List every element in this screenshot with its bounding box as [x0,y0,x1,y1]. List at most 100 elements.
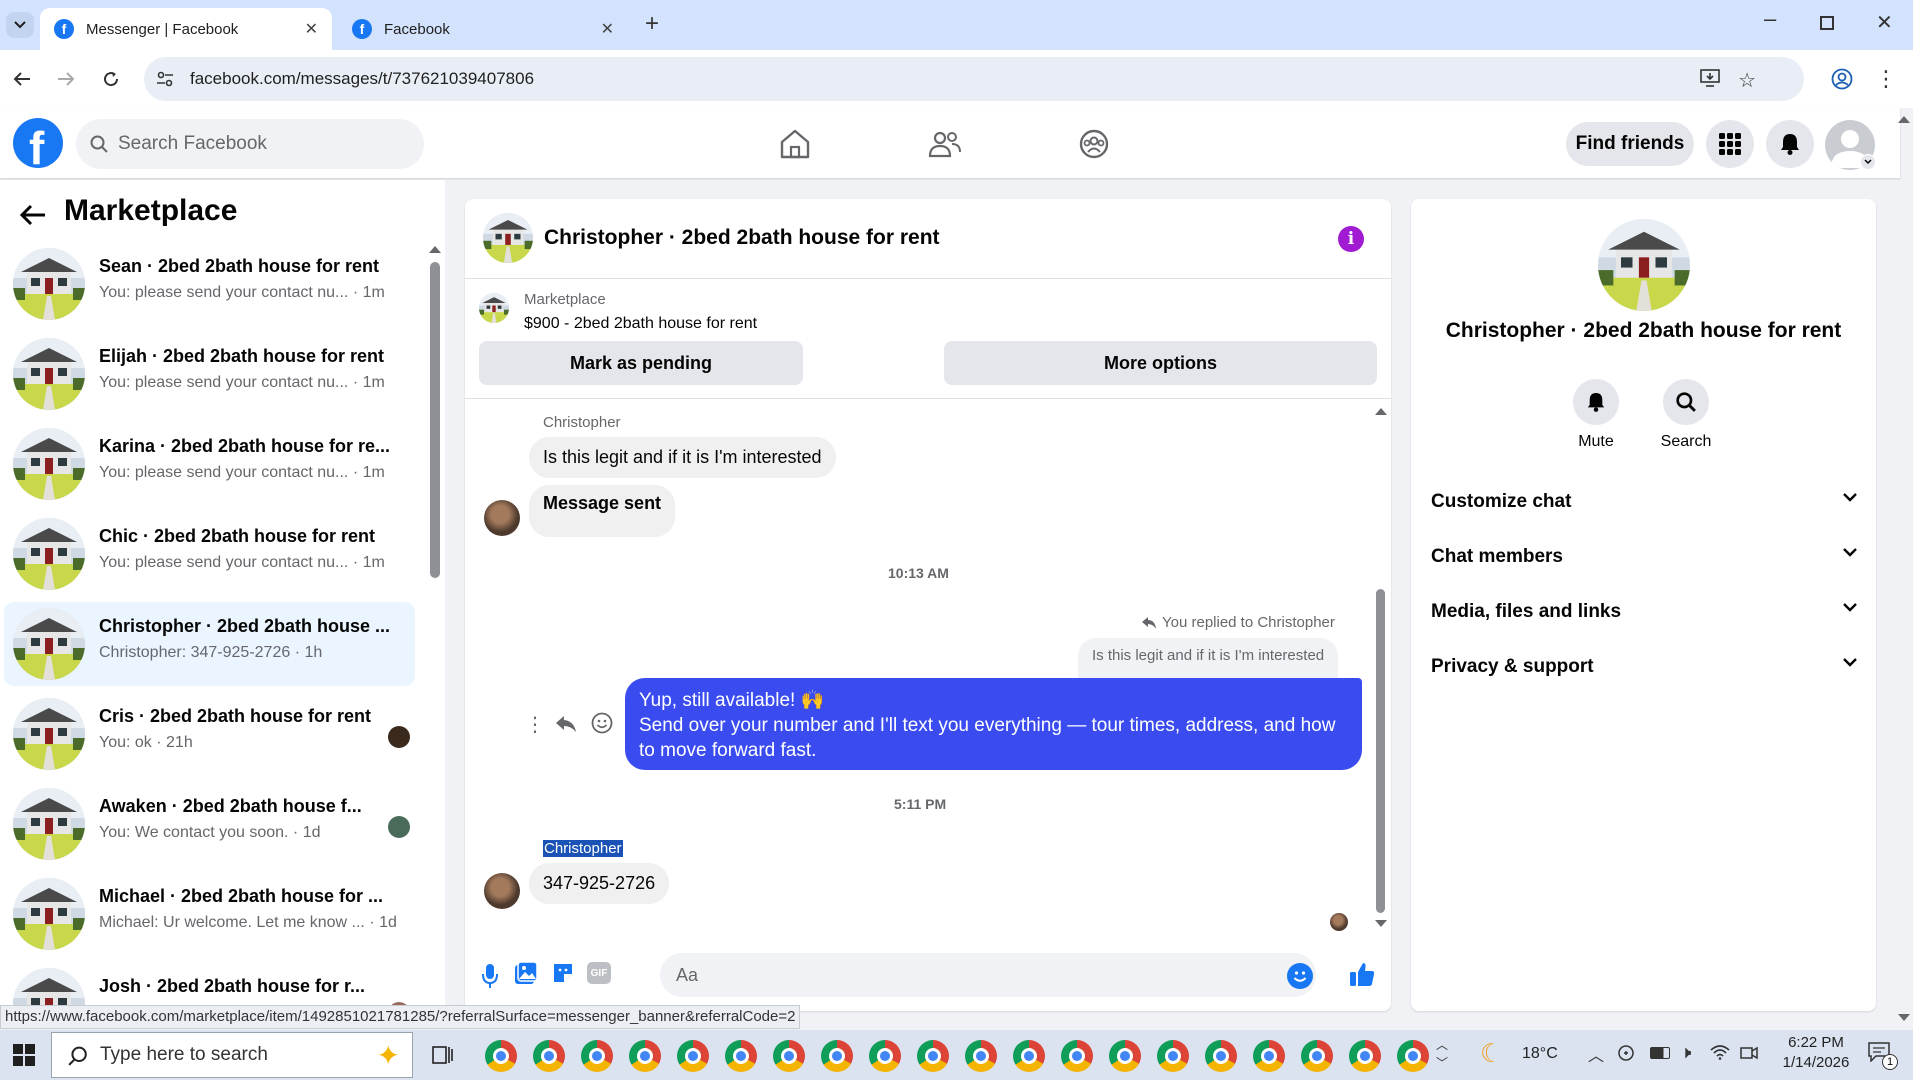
chat-members-section[interactable]: Chat members [1431,546,1861,568]
chrome-taskbar-icon[interactable] [1397,1040,1429,1072]
conversation-item-christopher[interactable]: Christopher · 2bed 2bath house ... Chris… [4,602,415,686]
chrome-taskbar-icon[interactable] [533,1040,565,1072]
chrome-taskbar-icon[interactable] [1301,1040,1333,1072]
chrome-taskbar-icon[interactable] [1061,1040,1093,1072]
message-input[interactable]: Aa [660,953,1316,997]
chrome-taskbar-icon[interactable] [1253,1040,1285,1072]
gif-icon[interactable]: GIF [587,962,611,984]
install-app-icon[interactable] [1700,69,1720,87]
tab-messenger[interactable]: f Messenger | Facebook ✕ [40,8,332,50]
conversation-item-awaken[interactable]: Awaken · 2bed 2bath house f... You: We c… [4,782,415,866]
attach-photo-icon[interactable] [514,961,538,985]
taskbar-clock-time[interactable]: 6:22 PM [1774,1034,1858,1051]
battery-icon[interactable] [1650,1047,1670,1059]
close-tab-icon[interactable]: ✕ [305,19,318,39]
back-arrow-icon[interactable] [20,204,46,226]
conversation-item-chic[interactable]: Chic · 2bed 2bath house for rent You: pl… [4,512,415,596]
chrome-taskbar-icon[interactable] [1349,1040,1381,1072]
chat-title[interactable]: Christopher · 2bed 2bath house for rent [544,226,940,250]
conversation-item-elijah[interactable]: Elijah · 2bed 2bath house for rent You: … [4,332,415,416]
meet-now-icon[interactable] [1740,1044,1758,1062]
mark-as-pending-button[interactable]: Mark as pending [479,341,803,385]
chrome-taskbar-icon[interactable] [1013,1040,1045,1072]
chrome-taskbar-icon[interactable] [773,1040,805,1072]
conversation-item-karina[interactable]: Karina · 2bed 2bath house for re... You:… [4,422,415,506]
find-friends-button[interactable]: Find friends [1566,122,1694,166]
bookmark-star-icon[interactable]: ☆ [1738,68,1756,93]
scroll-down-arrow-icon[interactable] [1375,920,1387,927]
conversation-item-cris[interactable]: Cris · 2bed 2bath house for rent You: ok… [4,692,415,776]
profile-icon[interactable] [1826,63,1858,95]
privacy-support-section[interactable]: Privacy & support [1431,656,1861,678]
volume-icon[interactable]: 🕨 [1680,1042,1691,1063]
taskbar-clock-date[interactable]: 1/14/2026 [1774,1054,1858,1071]
listing-small-thumbnail[interactable] [479,293,509,323]
chrome-taskbar-icon[interactable] [485,1040,517,1072]
contact-avatar[interactable] [484,500,520,536]
facebook-logo[interactable]: f [13,118,63,168]
facebook-search-input[interactable]: Search Facebook [76,119,424,169]
outgoing-message[interactable]: Yup, still available! 🙌 Send over your n… [625,678,1362,770]
chat-listing-avatar[interactable] [483,213,533,263]
minimize-window-icon[interactable]: – [1764,6,1776,32]
listing-title-link[interactable]: $900 - 2bed 2bath house for rent [524,315,757,333]
chrome-taskbar-icon[interactable] [821,1040,853,1072]
taskbar-search-input[interactable]: Type here to search ✦ [51,1032,413,1078]
tab-facebook[interactable]: f Facebook ✕ [338,8,628,50]
browser-menu-icon[interactable]: ⋮ [1870,63,1902,95]
tray-expand-icon[interactable]: ︿ [1588,1042,1604,1066]
close-window-icon[interactable]: ✕ [1876,10,1893,35]
conversation-item-sean[interactable]: Sean · 2bed 2bath house for rent You: pl… [4,242,415,326]
page-scroll-up-icon[interactable] [1898,116,1910,123]
chat-scrollbar[interactable] [1376,589,1385,913]
account-chevron-down-icon[interactable] [1860,154,1876,170]
tab-search-dropdown-icon[interactable] [6,12,34,38]
task-view-icon[interactable] [432,1044,454,1066]
microphone-icon[interactable] [481,963,499,989]
wifi-icon[interactable] [1710,1044,1730,1060]
site-info-icon[interactable] [156,71,174,87]
incoming-message[interactable]: Message sent [529,485,676,537]
chrome-taskbar-icon[interactable] [1205,1040,1237,1072]
incoming-message[interactable]: Is this legit and if it is I'm intereste… [529,437,836,478]
chrome-taskbar-icon[interactable] [629,1040,661,1072]
chrome-taskbar-icon[interactable] [1109,1040,1141,1072]
media-files-links-section[interactable]: Media, files and links [1431,601,1861,623]
search-in-conversation-button[interactable]: Search [1641,379,1731,451]
new-tab-icon[interactable]: + [645,10,659,38]
scroll-up-arrow-icon[interactable] [429,246,441,253]
weather-temperature[interactable]: 18°C [1522,1045,1558,1063]
page-scroll-down-icon[interactable] [1898,1014,1910,1021]
chrome-taskbar-icon[interactable] [917,1040,949,1072]
more-options-button[interactable]: More options [944,341,1377,385]
menu-grid-icon[interactable] [1706,120,1754,168]
back-icon[interactable] [6,63,38,95]
customize-chat-section[interactable]: Customize chat [1431,491,1861,513]
forward-icon[interactable] [50,63,82,95]
onedrive-icon[interactable] [1618,1044,1640,1062]
conversation-item-michael[interactable]: Michael · 2bed 2bath house for ... Micha… [4,872,415,956]
home-icon[interactable] [770,119,820,169]
reply-icon[interactable] [556,716,576,732]
message-more-actions-icon[interactable]: ⋮ [525,712,545,737]
restore-window-icon[interactable] [1820,16,1834,30]
thumbs-up-icon[interactable] [1349,961,1375,987]
windows-start-icon[interactable] [13,1044,35,1066]
contact-profile-avatar[interactable] [1598,219,1690,311]
address-bar[interactable]: facebook.com/messages/t/737621039407806 … [144,57,1804,101]
groups-icon[interactable] [1069,119,1119,169]
close-tab-icon[interactable]: ✕ [601,19,614,39]
weather-moon-icon[interactable]: ☾ [1480,1038,1503,1069]
reload-icon[interactable] [95,63,127,95]
chrome-taskbar-icon[interactable] [965,1040,997,1072]
incoming-message[interactable]: 347-925-2726 [529,863,670,904]
mute-button[interactable]: Mute [1551,379,1641,451]
conversation-item-josh[interactable]: Josh · 2bed 2bath house for r... [4,962,415,1010]
chrome-taskbar-icon[interactable] [725,1040,757,1072]
scroll-up-arrow-icon[interactable] [1375,408,1387,415]
chrome-taskbar-icon[interactable] [1157,1040,1189,1072]
notifications-bell-icon[interactable] [1766,120,1814,168]
conversation-list-scrollbar[interactable] [430,262,440,578]
taskbar-overflow-chevron-icon[interactable]: ︿ ﹀ [1436,1036,1448,1072]
quoted-message[interactable]: Is this legit and if it is I'm intereste… [1078,638,1339,678]
